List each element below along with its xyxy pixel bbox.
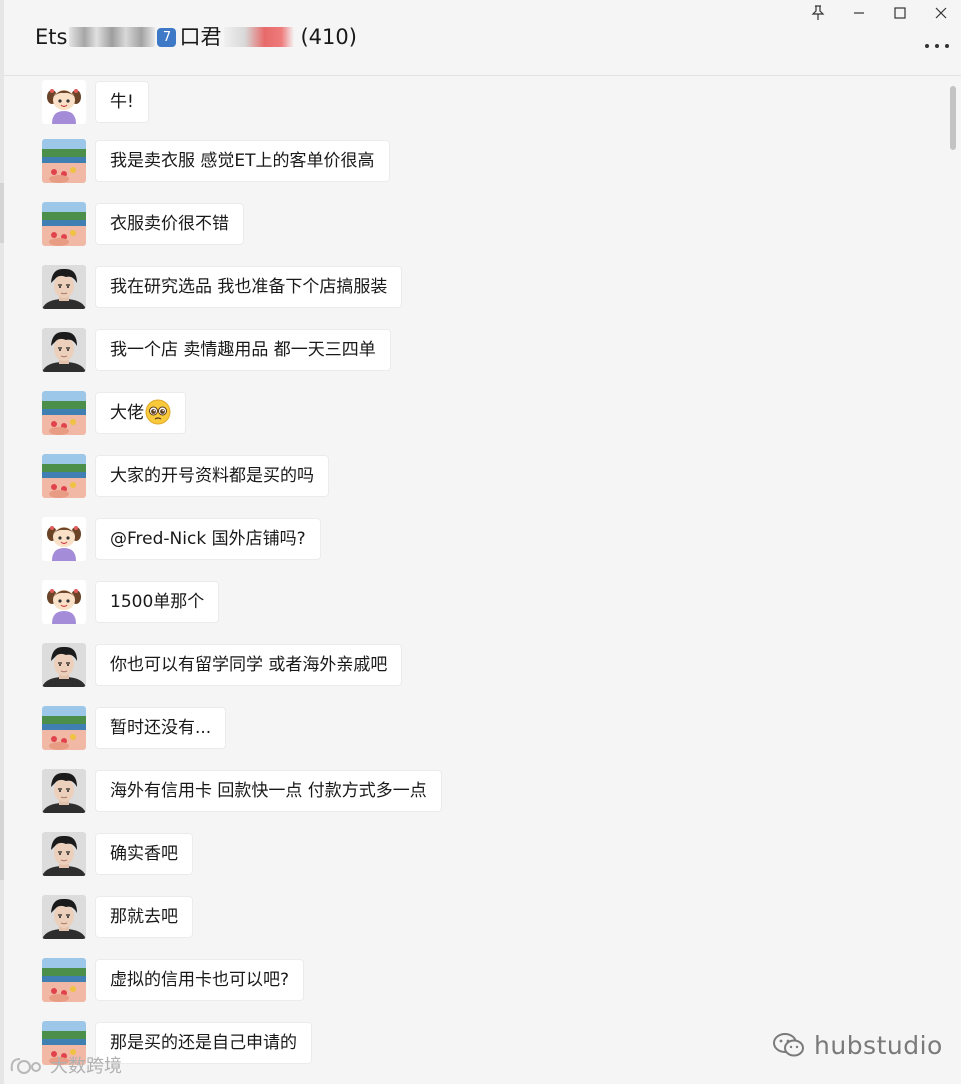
- avatar[interactable]: [42, 202, 86, 246]
- more-horizontal-icon: [945, 44, 949, 48]
- avatar[interactable]: [42, 769, 86, 813]
- avatar[interactable]: [42, 454, 86, 498]
- avatar[interactable]: [42, 80, 86, 124]
- avatar[interactable]: [42, 580, 86, 624]
- message-text: 我一个店 卖情趣用品 都一天三四单: [110, 340, 376, 360]
- message-bubble[interactable]: 海外有信用卡 回款快一点 付款方式多一点: [95, 770, 442, 812]
- avatar[interactable]: [42, 391, 86, 435]
- watermark-right-text: hubstudio: [814, 1030, 943, 1060]
- avatar[interactable]: [42, 328, 86, 372]
- message-bubble[interactable]: 我一个店 卖情趣用品 都一天三四单: [95, 329, 391, 371]
- close-button[interactable]: [921, 0, 961, 26]
- avatar[interactable]: [42, 265, 86, 309]
- maximize-icon: [894, 7, 906, 19]
- watermark-left: 大数跨境: [8, 1050, 122, 1080]
- message-text: 我是卖衣服 感觉ET上的客单价很高: [110, 151, 375, 171]
- message-text: 确实香吧: [110, 844, 178, 864]
- message-text: 那就去吧: [110, 907, 178, 927]
- message-list[interactable]: 牛! 我是卖衣服 感觉ET上的客单价很高 衣服卖价很不错 我在研究选品 我也准备…: [0, 76, 961, 1084]
- message-text: 大佬: [110, 403, 144, 423]
- more-horizontal-icon: [935, 44, 939, 48]
- avatar[interactable]: [42, 139, 86, 183]
- title-bar: Ets 7 口君 (410): [4, 0, 961, 76]
- message-text: 衣服卖价很不错: [110, 214, 229, 234]
- message-text: 你也可以有留学同学 或者海外亲戚吧: [110, 655, 388, 675]
- avatar[interactable]: [42, 832, 86, 876]
- message-bubble[interactable]: 我在研究选品 我也准备下个店搞服装: [95, 266, 403, 308]
- wechat-icon: [773, 1033, 804, 1057]
- avatar[interactable]: [42, 517, 86, 561]
- title-mid: 口君: [179, 25, 222, 49]
- logo-icon: [10, 1058, 41, 1074]
- message-bubble[interactable]: 我是卖衣服 感觉ET上的客单价很高: [95, 140, 390, 182]
- message-text: 海外有信用卡 回款快一点 付款方式多一点: [110, 781, 427, 801]
- message-bubble[interactable]: 确实香吧: [95, 833, 193, 875]
- message-bubble[interactable]: @Fred-Nick 国外店铺吗?: [95, 518, 321, 560]
- avatar[interactable]: [42, 643, 86, 687]
- minimize-icon: [854, 12, 864, 14]
- message-bubble[interactable]: 衣服卖价很不错: [95, 203, 244, 245]
- watermark-hubstudio: hubstudio: [772, 1030, 943, 1060]
- member-count: (410): [300, 25, 357, 49]
- message-bubble[interactable]: 你也可以有留学同学 或者海外亲戚吧: [95, 644, 403, 686]
- message-text: 暂时还没有...: [110, 718, 212, 738]
- watermark-left-text: 大数跨境: [50, 1056, 122, 1077]
- message-text: 我在研究选品 我也准备下个店搞服装: [110, 277, 388, 297]
- avatar[interactable]: [42, 706, 86, 750]
- maximize-button[interactable]: [880, 0, 920, 26]
- message-bubble[interactable]: 大家的开号资料都是买的吗: [95, 455, 329, 497]
- redacted-name-blur: [224, 27, 295, 47]
- message-bubble[interactable]: 那就去吧: [95, 896, 193, 938]
- title-prefix: Ets: [35, 25, 68, 49]
- redacted-name-blur: [69, 27, 156, 47]
- message-text: 1500单那个: [110, 592, 205, 612]
- pleading-face-emoji: [145, 399, 171, 425]
- message-bubble[interactable]: 牛!: [95, 81, 149, 123]
- message-bubble[interactable]: 暂时还没有...: [95, 707, 227, 749]
- message-text: 大家的开号资料都是买的吗: [110, 466, 314, 486]
- message-text: @Fred-Nick 国外店铺吗?: [110, 529, 306, 549]
- message-bubble[interactable]: 那是买的还是自己申请的: [95, 1022, 312, 1064]
- more-horizontal-icon: [925, 44, 929, 48]
- close-icon: [935, 7, 947, 19]
- scrollbar-thumb[interactable]: [950, 86, 956, 150]
- keycap-seven-emoji: 7: [157, 27, 177, 47]
- message-text: 牛!: [110, 92, 134, 112]
- chat-title[interactable]: Ets 7 口君 (410): [35, 22, 357, 52]
- avatar[interactable]: [42, 895, 86, 939]
- message-bubble[interactable]: 大佬: [95, 392, 186, 434]
- minimize-button[interactable]: [839, 0, 879, 26]
- message-bubble[interactable]: 虚拟的信用卡也可以吧?: [95, 959, 305, 1001]
- message-text: 虚拟的信用卡也可以吧?: [110, 970, 290, 990]
- more-options-button[interactable]: [925, 36, 949, 56]
- pin-button[interactable]: [798, 0, 838, 26]
- message-text: 那是买的还是自己申请的: [110, 1033, 297, 1053]
- avatar[interactable]: [42, 958, 86, 1002]
- pin-icon: [811, 5, 825, 20]
- message-bubble[interactable]: 1500单那个: [95, 581, 220, 623]
